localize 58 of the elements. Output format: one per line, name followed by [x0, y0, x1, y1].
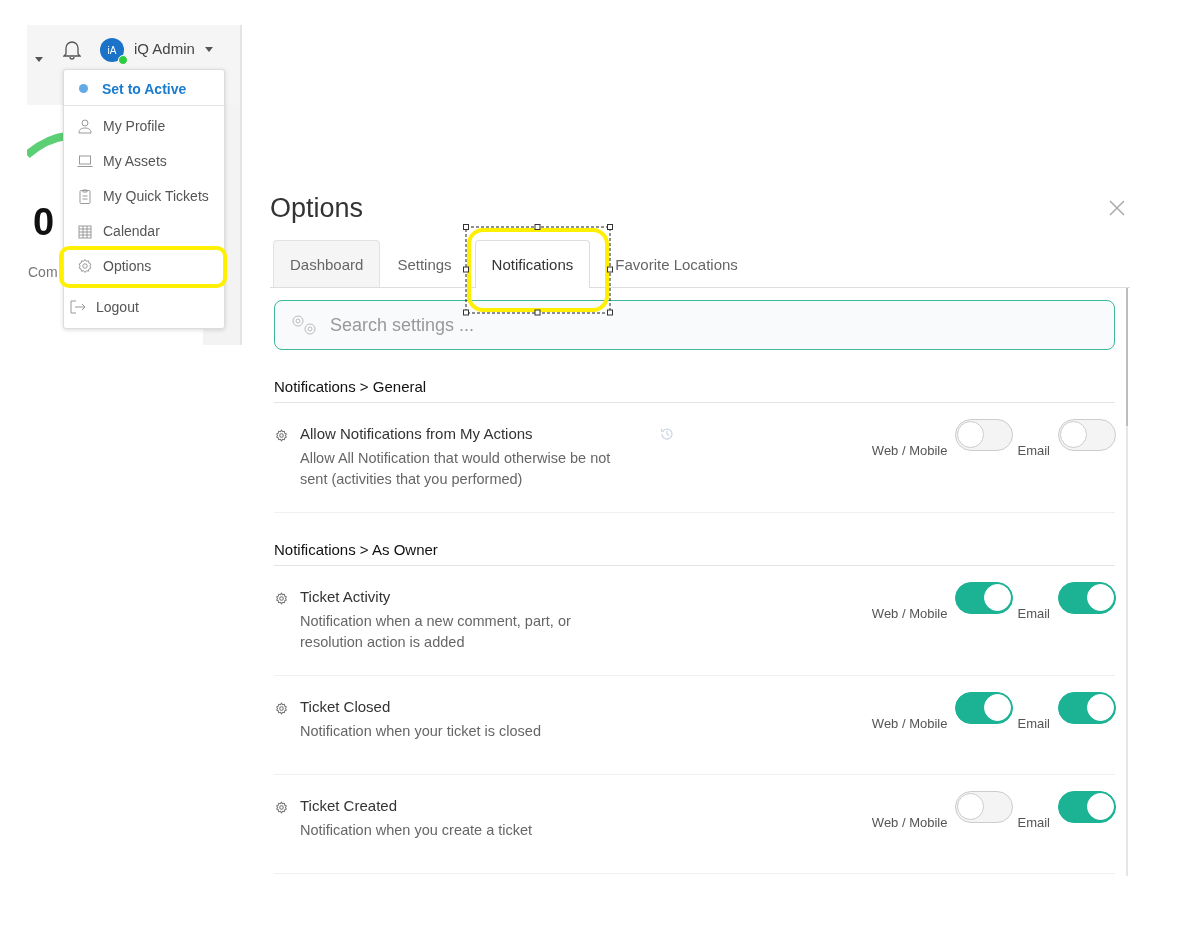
- caret-icon[interactable]: [204, 47, 213, 52]
- toggle-label: Web / Mobile: [871, 815, 948, 830]
- section-heading: Notifications > As Owner: [274, 541, 1115, 566]
- setting-description: Allow All Notification that would otherwise be not sent (activities that you performed): [300, 449, 612, 489]
- toggle-switch[interactable]: [955, 582, 1014, 614]
- search-field[interactable]: Search settings ...: [274, 300, 1115, 350]
- toggle-switch[interactable]: [1058, 419, 1116, 451]
- toggle-label: Web / Mobile: [871, 606, 948, 621]
- setting-name: Ticket Created: [300, 797, 398, 814]
- setting-name: Ticket Activity: [300, 588, 392, 605]
- menu-item[interactable]: Calendar: [64, 213, 224, 248]
- tab[interactable]: Favorite Locations: [598, 240, 755, 287]
- setting-description: Notification when a new comment, part, or resolution action is added: [300, 612, 572, 652]
- toggle-switch[interactable]: [1058, 692, 1116, 724]
- set-active-item[interactable]: Set to Active: [64, 74, 224, 103]
- logout-item[interactable]: Logout: [64, 288, 224, 326]
- history-icon[interactable]: [660, 427, 674, 441]
- setting-name: Ticket Closed: [300, 698, 392, 715]
- gear-icon: [275, 801, 288, 814]
- bell-icon[interactable]: [63, 40, 81, 60]
- toggle-switch[interactable]: [955, 692, 1014, 724]
- toggle-switch[interactable]: [955, 791, 1014, 823]
- setting-description: Notification when your ticket is closed: [300, 722, 542, 741]
- setting-description: Notification when you create a ticket: [300, 821, 534, 840]
- user-name[interactable]: iQ Admin: [134, 40, 195, 57]
- setting-name: Allow Notifications from My Actions: [300, 425, 534, 442]
- gears-icon: [290, 314, 318, 336]
- menu-item[interactable]: My Profile: [64, 108, 224, 143]
- section-heading: Notifications > General: [274, 378, 1115, 403]
- clipboard-icon: [77, 187, 93, 204]
- tab[interactable]: Settings: [380, 240, 469, 287]
- toggle-label: Web / Mobile: [871, 716, 948, 731]
- toggle-label: Email: [1017, 443, 1050, 458]
- metric-value: 0: [33, 201, 55, 244]
- toggle-switch[interactable]: [955, 419, 1014, 451]
- toggle-switch[interactable]: [1058, 791, 1116, 823]
- toggle-label: Web / Mobile: [871, 443, 948, 458]
- dialog-title: Options: [270, 192, 364, 224]
- laptop-icon: [77, 152, 93, 169]
- tab[interactable]: Dashboard: [273, 240, 381, 287]
- calendar-icon: [77, 222, 93, 239]
- menu-item[interactable]: My Quick Tickets: [64, 178, 224, 213]
- toggle-label: Email: [1017, 606, 1050, 621]
- toggle-switch[interactable]: [1058, 582, 1116, 614]
- caret-icon[interactable]: [35, 57, 43, 62]
- gear-icon: [275, 702, 288, 715]
- gear-icon: [77, 257, 93, 274]
- menu-item[interactable]: Options: [64, 248, 224, 283]
- metric-label: Com: [28, 264, 58, 280]
- logout-icon: [70, 300, 86, 314]
- person-icon: [77, 117, 93, 134]
- menu-item[interactable]: My Assets: [64, 143, 224, 178]
- toggle-label: Email: [1017, 716, 1050, 731]
- close-icon[interactable]: [1109, 200, 1125, 216]
- toggle-label: Email: [1017, 815, 1050, 830]
- gear-icon: [275, 592, 288, 605]
- tab[interactable]: Notifications: [474, 240, 591, 288]
- gear-icon: [275, 429, 288, 442]
